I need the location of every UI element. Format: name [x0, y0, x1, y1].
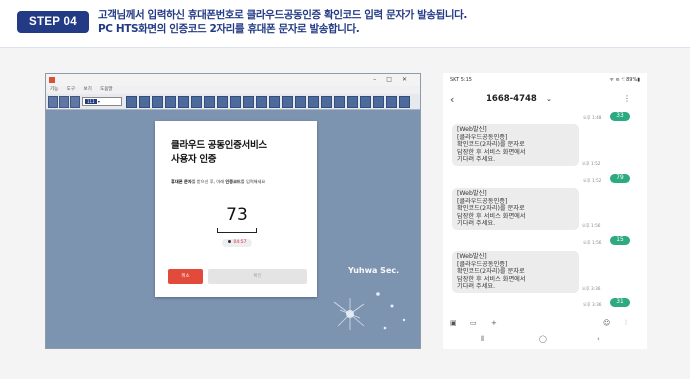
sent-message[interactable]: 79	[610, 174, 630, 183]
toolbar-button[interactable]	[243, 96, 254, 108]
gif-icon[interactable]: ▭	[470, 319, 477, 327]
screen-code-dropdown[interactable]: 111 ▾	[82, 97, 122, 106]
more-options-icon[interactable]: ⋮	[623, 94, 631, 103]
step-description-line-2: PC HTS화면의 인증코드 2자리를 휴대폰 문자로 발송합니다.	[98, 23, 360, 35]
hts-titlebar: –□✕	[46, 74, 420, 86]
menu-item[interactable]: 기능	[50, 87, 58, 92]
toolbar-button[interactable]	[334, 96, 345, 108]
message-time: 오후 1:56	[583, 240, 602, 245]
dialog-instruction: 휴대폰 문자를 받으신 후, 아래 인증코드를 입력해세요	[171, 179, 266, 184]
toolbar-button[interactable]	[295, 96, 306, 108]
confirm-button[interactable]: 확인	[208, 269, 307, 284]
step-description-line-1: 고객님께서 입력하신 휴대폰번호로 클라우드공동인증 확인코드 입력 문자가 발…	[98, 9, 467, 21]
menu-item[interactable]: 도구	[67, 87, 75, 92]
phone-screen: SKT 5:15 ᯤ ≋ ᐩ⫶ 89%▮ ‹ 1668-4748 ⌄ ⋮ 오후 …	[443, 73, 647, 349]
add-icon[interactable]: +	[491, 319, 497, 327]
message-input-bar: ▣ ▭ + ☺ ⫶	[443, 318, 647, 332]
received-message[interactable]: [Web발신] [클라우드공동인증] 확인코드(2자리)를 문자로 답장한 후 서비스…	[452, 251, 579, 293]
sent-message[interactable]: 31	[610, 298, 630, 307]
hts-toolbar: 111 ▾	[46, 94, 420, 110]
menu-item[interactable]: 도움말	[100, 87, 112, 92]
hts-menubar: 기능 도구 보기 도움말	[46, 86, 420, 94]
toolbar-button[interactable]	[191, 96, 202, 108]
toolbar-button[interactable]	[126, 96, 137, 108]
image-icon[interactable]: ▣	[450, 319, 457, 327]
toolbar-button[interactable]	[139, 96, 150, 108]
cancel-button[interactable]: 취소	[168, 269, 203, 284]
sent-message[interactable]: 15	[610, 236, 630, 245]
toolbar-button[interactable]	[386, 96, 397, 108]
toolbar-button[interactable]	[178, 96, 189, 108]
toolbar-button[interactable]	[204, 96, 215, 108]
message-time: 오후 1:52	[583, 178, 602, 183]
message-time: 오후 3:36	[583, 302, 602, 307]
hts-window: –□✕ 기능 도구 보기 도움말 111 ▾ 클라우드 공동인증서비스 사용자 …	[45, 73, 421, 349]
toolbar-button[interactable]	[373, 96, 384, 108]
auth-code: 73	[226, 205, 248, 225]
toolbar-button[interactable]	[269, 96, 280, 108]
back-arrow-icon[interactable]: ‹	[450, 93, 454, 106]
toolbar-button[interactable]	[152, 96, 163, 108]
contact-number[interactable]: 1668-4748	[486, 94, 537, 104]
emoji-icon[interactable]: ☺	[603, 319, 610, 327]
toolbar-button[interactable]	[48, 96, 58, 108]
auth-code-underline	[217, 228, 257, 233]
conversation-header: ‹ 1668-4748 ⌄ ⋮	[443, 91, 647, 111]
toolbar-button[interactable]	[70, 96, 80, 108]
voice-icon[interactable]: ⫶	[625, 319, 627, 328]
dialog-title: 클라우드 공동인증서비스 사용자 인증	[171, 140, 267, 165]
navigation-bar: ⦀ ◯ ‹	[443, 335, 647, 347]
toolbar-button[interactable]	[308, 96, 319, 108]
step-header: STEP 04 고객님께서 입력하신 휴대폰번호로 클라우드공동인증 확인코드 …	[0, 0, 690, 48]
received-message[interactable]: [Web발신] [클라우드공동인증] 확인코드(2자리)를 문자로 답장한 후 서비스…	[452, 188, 579, 230]
timer-icon	[227, 240, 231, 243]
toolbar-button[interactable]	[321, 96, 332, 108]
status-bar: SKT 5:15 ᯤ ≋ ᐩ⫶ 89%▮	[450, 77, 640, 83]
toolbar-button[interactable]	[399, 96, 410, 108]
toolbar-button[interactable]	[360, 96, 371, 108]
message-time: 오후 3:36	[582, 286, 601, 291]
message-time: 오후 1:48	[583, 115, 602, 120]
received-message[interactable]: [Web발신] [클라우드공동인증] 확인코드(2자리)를 문자로 답장한 후 서비스…	[452, 124, 579, 166]
step-badge: STEP 04	[17, 11, 89, 33]
toolbar-button[interactable]	[217, 96, 228, 108]
chevron-down-icon[interactable]: ⌄	[546, 95, 552, 103]
toolbar-button[interactable]	[165, 96, 176, 108]
menu-item[interactable]: 보기	[83, 87, 91, 92]
toolbar-button[interactable]	[230, 96, 241, 108]
message-time: 오후 1:56	[582, 223, 601, 228]
window-controls[interactable]: –□✕	[373, 74, 417, 86]
toolbar-button[interactable]	[256, 96, 267, 108]
back-icon[interactable]: ‹	[597, 335, 600, 343]
toolbar-button[interactable]	[59, 96, 69, 108]
watermark-text: Yuhwa Sec.	[348, 266, 400, 275]
toolbar-button[interactable]	[347, 96, 358, 108]
sent-message[interactable]: 33	[610, 112, 630, 121]
cloud-auth-dialog: 클라우드 공동인증서비스 사용자 인증 휴대폰 문자를 받으신 후, 아래 인증…	[155, 121, 317, 297]
app-icon	[49, 77, 55, 83]
toolbar-button[interactable]	[282, 96, 293, 108]
recent-apps-icon[interactable]: ⦀	[481, 335, 484, 344]
home-icon[interactable]: ◯	[539, 335, 547, 343]
countdown-timer: 04:57	[222, 239, 252, 247]
message-time: 오후 1:52	[582, 161, 601, 166]
step-description: 고객님께서 입력하신 휴대폰번호로 클라우드공동인증 확인코드 입력 문자가 발…	[98, 8, 678, 36]
